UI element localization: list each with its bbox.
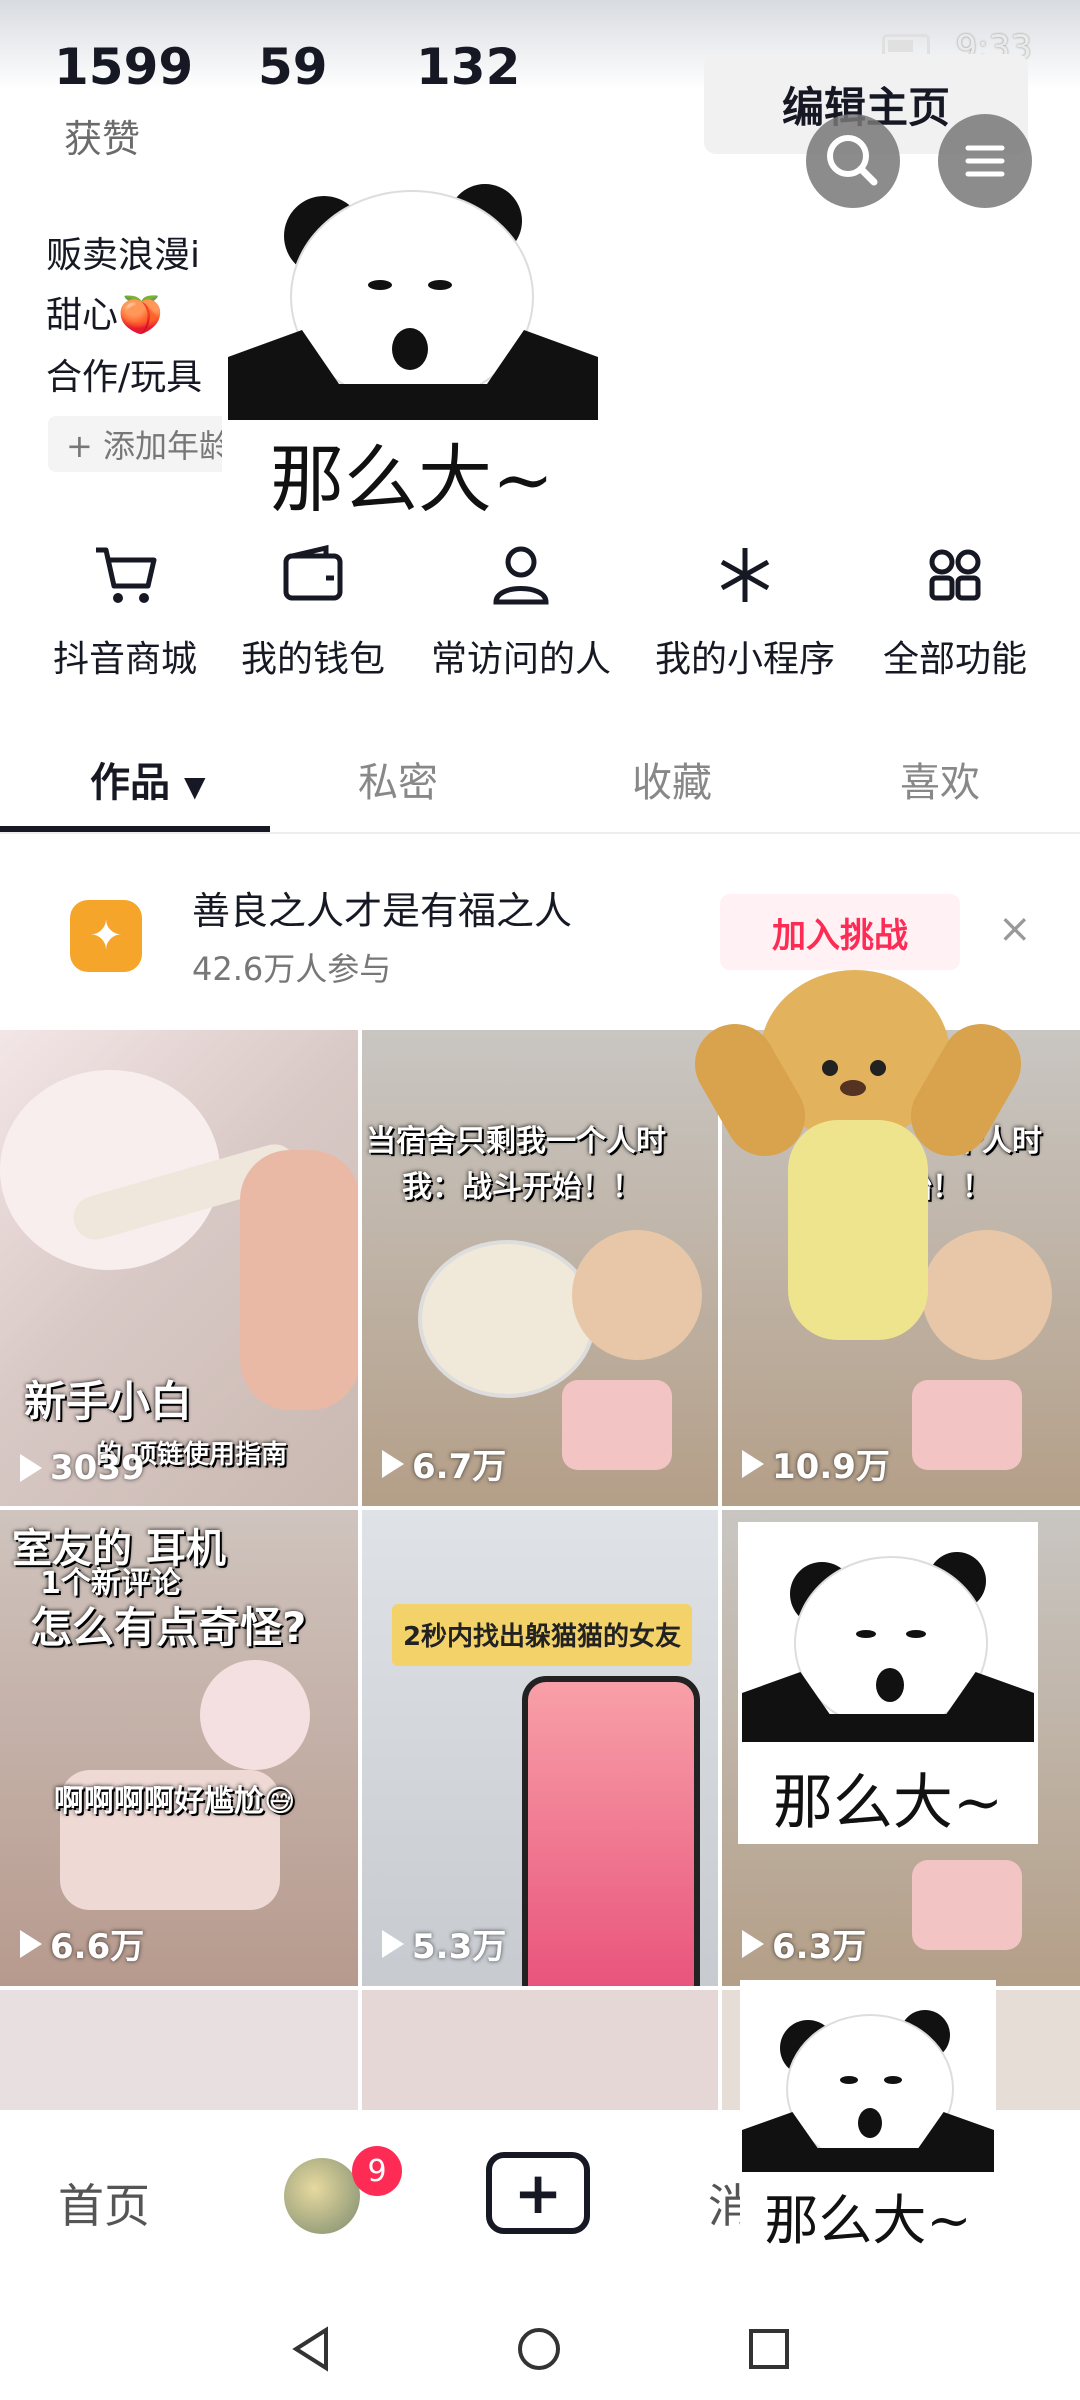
- video-tile-7[interactable]: [0, 1990, 358, 2110]
- likes-count[interactable]: 1599: [54, 38, 193, 96]
- sticker-caption: 那么大~: [772, 1768, 1004, 1838]
- challenge-icon: ✦: [70, 900, 142, 972]
- video-tile-5[interactable]: 2秒内找出躲猫猫的女友 5.3万: [362, 1510, 718, 1986]
- video-tile-2[interactable]: 当宿舍只剩我一个人时 我：战斗开始！！ 6.7万: [362, 1030, 718, 1506]
- tab-works[interactable]: 作品 ▼: [90, 750, 205, 808]
- likes-label: 获赞: [64, 117, 141, 161]
- menu-icon: [965, 145, 1005, 177]
- shortcut-label: 我的小程序: [654, 639, 835, 680]
- play-icon: [742, 1449, 764, 1478]
- asterisk-icon: [720, 548, 770, 602]
- video-tile-4[interactable]: 室友的 耳机 1个新评论 怎么有点奇怪? 啊啊啊啊好尴尬😅 6.6万: [0, 1510, 358, 1986]
- shortcut-label: 我的钱包: [240, 639, 385, 680]
- grid-icon: [929, 549, 981, 601]
- bio-line-3: 合作/玩具: [46, 357, 203, 398]
- dropdown-icon: ▼: [183, 770, 206, 803]
- create-button[interactable]: +: [486, 2152, 590, 2234]
- video-tile-8[interactable]: [362, 1990, 718, 2110]
- video-overlay-title: 新手小白: [24, 1377, 193, 1426]
- sticker-caption: 那么大~: [764, 2189, 972, 2252]
- search-button[interactable]: [806, 114, 900, 208]
- puppy-sticker: [680, 960, 1036, 1380]
- following-count[interactable]: 59: [258, 38, 328, 96]
- home-icon[interactable]: [514, 2324, 564, 2374]
- video-overlay-caption: 我：战斗开始！！: [402, 1170, 642, 1205]
- play-icon: [382, 1929, 404, 1958]
- wallet-icon: [283, 544, 343, 601]
- challenge-participants: 42.6万人参与: [192, 950, 392, 988]
- tab-likes[interactable]: 喜欢: [900, 750, 980, 808]
- back-icon[interactable]: [286, 2324, 336, 2374]
- shortcut-all[interactable]: 全部功能: [850, 530, 1060, 682]
- play-count: 10.9万: [742, 1439, 890, 1488]
- tab-private[interactable]: 私密: [358, 750, 438, 808]
- shortcut-visitors[interactable]: 常访问的人: [416, 530, 626, 682]
- shortcut-label: 常访问的人: [430, 639, 611, 680]
- play-count: 6.7万: [382, 1439, 506, 1488]
- shortcut-mall[interactable]: 抖音商城: [20, 530, 230, 682]
- system-nav-bar: [0, 2300, 1080, 2400]
- shortcut-label: 全部功能: [882, 639, 1027, 680]
- notification-badge: 9: [352, 2146, 402, 2196]
- video-overlay-caption: 怎么有点奇怪?: [30, 1603, 307, 1652]
- video-tile-1[interactable]: 新手小白 的 项链使用指南 3039: [0, 1030, 358, 1506]
- panda-meme-sticker: 那么大~: [738, 1522, 1038, 1844]
- tab-favorites[interactable]: 收藏: [632, 750, 712, 808]
- join-challenge-button[interactable]: 加入挑战: [720, 894, 960, 970]
- video-overlay-title: 2秒内找出躲猫猫的女友: [402, 1622, 682, 1652]
- play-count: 3039: [20, 1448, 145, 1488]
- tab-divider: [0, 832, 1080, 834]
- bio-line-2: 甜心🍑: [46, 295, 163, 336]
- person-icon: [493, 546, 549, 605]
- shortcut-miniprograms[interactable]: 我的小程序: [640, 530, 850, 682]
- video-overlay-title: 当宿舍只剩我一个人时: [366, 1124, 666, 1159]
- play-icon: [382, 1449, 404, 1478]
- menu-button[interactable]: [938, 114, 1032, 208]
- cart-icon: [96, 547, 157, 603]
- sticker-caption: 那么大~: [269, 437, 554, 523]
- recents-icon[interactable]: [744, 2324, 794, 2374]
- tab-label: 作品: [90, 760, 170, 806]
- shortcut-label: 抖音商城: [52, 639, 197, 680]
- nav-home[interactable]: 首页: [58, 2170, 150, 2236]
- play-icon: [20, 1454, 42, 1482]
- play-count: 6.6万: [20, 1919, 144, 1968]
- followers-count[interactable]: 132: [416, 38, 520, 96]
- avatar[interactable]: [284, 2158, 360, 2234]
- shortcut-wallet[interactable]: 我的钱包: [208, 530, 418, 682]
- search-icon: [827, 135, 878, 186]
- play-count: 6.3万: [742, 1919, 866, 1968]
- play-icon: [20, 1929, 42, 1958]
- play-count: 5.3万: [382, 1919, 506, 1968]
- add-age-button[interactable]: + 添加年龄: [48, 416, 249, 472]
- bio-line-1: 贩卖浪漫i: [46, 235, 201, 276]
- panda-meme-sticker: 那么大~: [222, 150, 602, 523]
- close-icon[interactable]: ×: [998, 906, 1032, 952]
- play-icon: [742, 1929, 764, 1958]
- challenge-title[interactable]: 善良之人才是有福之人: [192, 880, 572, 935]
- video-overlay-subtext: 啊啊啊啊好尴尬😅: [54, 1784, 296, 1819]
- panda-meme-sticker: 那么大~: [740, 1980, 996, 2252]
